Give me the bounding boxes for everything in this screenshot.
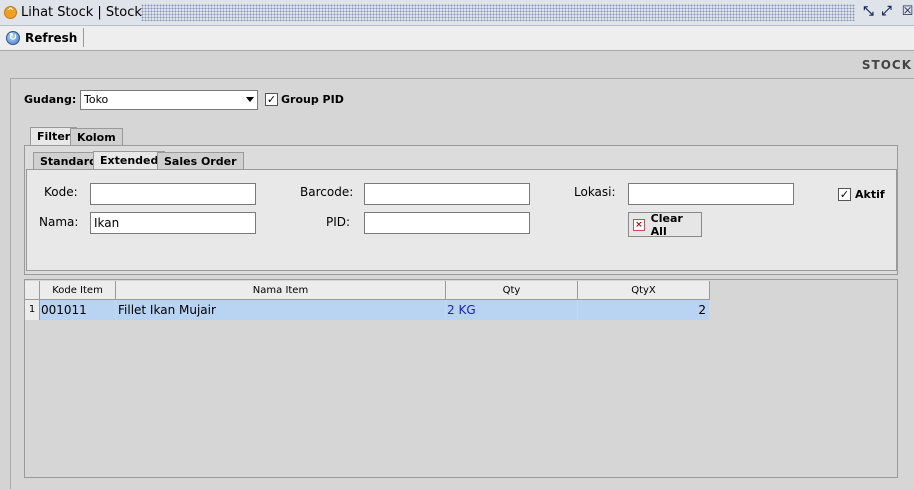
group-pid-label: Group PID	[281, 93, 344, 106]
column-header-kode[interactable]: Kode Item	[40, 281, 116, 300]
column-header-qty[interactable]: Qty	[446, 281, 578, 300]
tab-sales-order[interactable]: Sales Order	[157, 152, 244, 170]
row-number: 1	[25, 300, 40, 320]
cell-qtyx[interactable]: 2	[578, 300, 710, 320]
barcode-input[interactable]	[364, 183, 530, 205]
app-icon: ^	[4, 6, 17, 19]
aktif-label: Aktif	[855, 188, 885, 201]
cell-kode[interactable]: 001011	[40, 300, 116, 320]
column-header-qtyx[interactable]: QtyX	[578, 281, 710, 300]
maximize-icon[interactable]: ⤢	[879, 4, 894, 19]
pid-label: PID:	[326, 215, 351, 229]
gudang-value: Toko	[84, 93, 109, 106]
pid-input[interactable]	[364, 212, 530, 234]
group-pid-checkbox[interactable]: ✓	[265, 93, 278, 106]
section-label: STOCK	[861, 58, 912, 72]
clear-icon: ×	[633, 218, 645, 231]
cell-nama[interactable]: Fillet Ikan Mujair	[116, 300, 446, 320]
nama-label: Nama:	[39, 215, 79, 229]
refresh-label: Refresh	[25, 30, 78, 45]
aktif-checkbox[interactable]: ✓	[838, 188, 851, 201]
tab-kolom[interactable]: Kolom	[70, 128, 123, 146]
window-title: Lihat Stock | Stock	[21, 5, 142, 20]
kode-input[interactable]	[90, 183, 256, 205]
refresh-button[interactable]: ↻ Refresh	[2, 28, 85, 47]
title-bar: ^ Lihat Stock | Stock ⤡ ⤢ ☒	[0, 0, 914, 26]
nama-input[interactable]: Ikan	[90, 212, 256, 234]
cell-qty[interactable]: 2 KG	[446, 300, 578, 320]
refresh-icon: ↻	[6, 30, 20, 45]
clear-all-button[interactable]: × Clear All	[628, 211, 702, 238]
lokasi-input[interactable]	[628, 183, 794, 205]
title-drag-area[interactable]	[141, 4, 855, 21]
column-header-nama[interactable]: Nama Item	[116, 281, 446, 300]
close-icon[interactable]: ☒	[900, 4, 914, 19]
gudang-select[interactable]: Toko	[80, 90, 258, 110]
chevron-down-icon	[246, 97, 254, 102]
lokasi-label: Lokasi:	[574, 185, 616, 199]
barcode-label: Barcode:	[300, 185, 354, 199]
tab-extended[interactable]: Extended	[93, 151, 166, 169]
row-number-header	[25, 281, 40, 300]
toolbar: ↻ Refresh	[0, 26, 914, 51]
minimize-icon[interactable]: ⤡	[861, 4, 876, 19]
kode-label: Kode:	[44, 185, 78, 199]
clear-all-label: Clear All	[650, 211, 683, 238]
gudang-label: Gudang:	[24, 93, 77, 106]
